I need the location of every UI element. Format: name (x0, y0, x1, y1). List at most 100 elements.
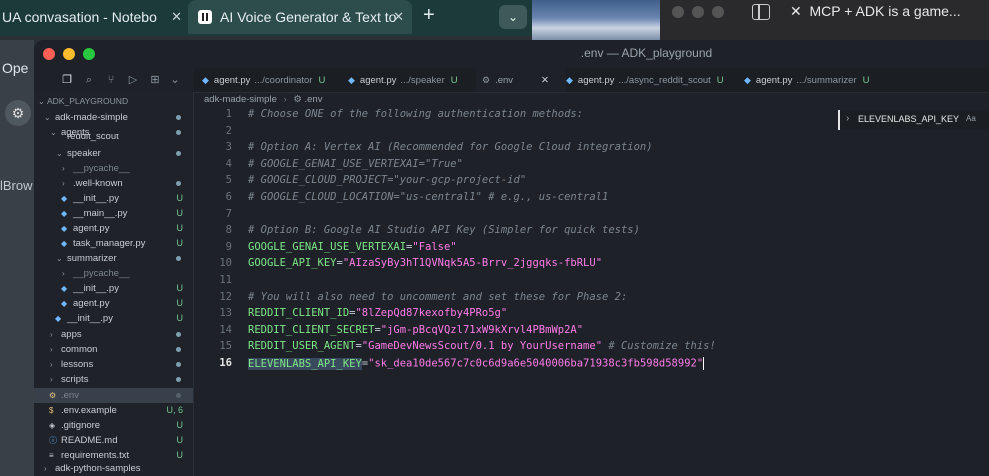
python-file-icon: ◆ (744, 74, 751, 85)
tree-item-file[interactable]: ≡ requirements.txt U (34, 448, 193, 463)
sidebar-toggle-icon[interactable] (752, 4, 770, 20)
tab-agent-async-reddit-scout[interactable]: ◆ agent.py .../async_reddit_scout U (566, 68, 724, 92)
window-minimize-dot[interactable] (692, 6, 704, 18)
tab-agent-coordinator[interactable]: ◆ agent.py .../coordinator U (202, 68, 334, 92)
tree-item-file[interactable]: $ .env.example U, 6 (34, 403, 193, 418)
tab-list-chevron-icon[interactable]: ⌄ (499, 5, 527, 29)
tree-item-file[interactable]: ◆ __init__.py U (34, 311, 193, 326)
tree-item-folder[interactable]: › adk-python-samples (34, 464, 193, 474)
browser-tab-voice-generator[interactable]: AI Voice Generator & Text to ✕ (188, 0, 412, 34)
tree-item-file[interactable]: ◆ __main__.py U (34, 206, 193, 221)
search-icon[interactable]: ⌕ (82, 73, 96, 87)
tree-item-label: common (61, 344, 98, 355)
git-status-badge: U (176, 238, 184, 248)
git-status-badge: U (176, 420, 184, 430)
tree-item-folder[interactable]: › common (34, 342, 193, 357)
close-icon[interactable]: ✕ (171, 9, 182, 25)
tree-item-folder[interactable]: › apps (34, 327, 193, 342)
close-icon[interactable]: ✕ (393, 9, 404, 25)
line-number: 11 (219, 274, 232, 286)
git-status-badge: U (716, 74, 724, 86)
modified-dot (176, 115, 181, 120)
window-close-dot[interactable] (672, 6, 684, 18)
python-file-icon: ◆ (61, 284, 68, 293)
tab-env[interactable]: ⚙ .env ✕ (476, 68, 566, 92)
python-file-icon: ◆ (566, 74, 573, 85)
line-number: 16 (219, 357, 232, 369)
line-number: 14 (219, 323, 232, 336)
explorer-root[interactable]: ⌄ ADK_PLAYGROUND (34, 94, 193, 109)
chevron-right-icon: › (50, 375, 53, 384)
run-debug-icon[interactable]: ▷ (126, 73, 140, 87)
code-comment: # Choose ONE of the following authentica… (248, 108, 584, 120)
modified-dot (176, 332, 181, 337)
tree-item-folder[interactable]: reddit_scout (34, 134, 193, 142)
env-key: REDDIT_CLIENT_ID (248, 307, 350, 320)
tree-item-folder[interactable]: ⌄ speaker (34, 146, 193, 161)
source-control-icon[interactable]: ⑂ (104, 73, 118, 87)
line-number: 10 (219, 257, 232, 270)
python-file-icon: ◆ (61, 239, 68, 248)
match-case-toggle[interactable]: Aa (966, 114, 976, 123)
tree-item-label: agent.py (73, 298, 110, 309)
tree-item-label: .env (61, 390, 79, 401)
git-status-badge: U (176, 313, 184, 323)
tree-item-label: __init__.py (73, 193, 119, 204)
close-icon[interactable]: ✕ (541, 75, 549, 86)
line-number: 6 (225, 191, 232, 203)
background-window: ✕ MCP + ADK is a game... (660, 0, 989, 40)
chevron-down-icon: ⌄ (38, 97, 45, 106)
window-zoom-dot[interactable] (712, 6, 724, 18)
tree-item-folder[interactable]: › __pycache__ (34, 161, 193, 176)
tree-item-folder[interactable]: ⌄ summarizer (34, 251, 193, 266)
extensions-icon[interactable]: ⊞ (148, 73, 162, 87)
tree-item-file[interactable]: ◈ .gitignore U (34, 418, 193, 433)
python-file-icon: ◆ (348, 74, 355, 85)
find-input[interactable]: ELEVENLABS_API_KEY (858, 114, 959, 124)
tree-item-folder[interactable]: › scripts (34, 372, 193, 387)
chevron-right-icon: › (62, 179, 65, 188)
title-bar: .env — ADK_playground (34, 40, 989, 69)
chevron-right-icon: › (44, 464, 47, 473)
chevron-down-icon[interactable]: ⌄ (168, 73, 182, 87)
tree-item-file[interactable]: ◆ __init__.py U (34, 281, 193, 296)
tree-item-file-selected[interactable]: ⚙ .env (34, 388, 193, 403)
modified-dot (176, 347, 181, 352)
line-number: 4 (225, 157, 232, 170)
browser-tab-notebook[interactable]: UA convasation - Notebo ✕ (0, 0, 190, 34)
editor-tab-bar: ◆ agent.py .../coordinator U ◆ agent.py .../s… (194, 68, 989, 93)
tree-item-label: speaker (67, 148, 101, 159)
line-number: 2 (225, 124, 232, 137)
tree-item-file[interactable]: ⓘ README.md U (34, 433, 193, 448)
git-status-badge: U (176, 208, 184, 218)
tree-item-file[interactable]: ◆ __init__.py U (34, 191, 193, 206)
tab-agent-speaker[interactable]: ◆ agent.py .../speaker U (348, 68, 468, 92)
sliders-icon[interactable]: ⚙ (5, 100, 31, 126)
chevron-right-icon[interactable]: › (846, 113, 849, 124)
tab-label: agent.py (755, 74, 793, 86)
new-tab-button[interactable]: + (423, 4, 435, 27)
tree-item-folder[interactable]: › lessons (34, 357, 193, 372)
vscode-window: .env — ADK_playground ❐ ⌕ ⑂ ▷ ⊞ ⌄ ⌄ ADK_… (34, 40, 989, 476)
tree-item-folder[interactable]: › .well-known (34, 176, 193, 191)
modified-dot (176, 377, 181, 382)
env-value: "jGm-pBcqVQzl71xW9kXrvl4PBmWp2A" (380, 323, 584, 336)
find-widget[interactable]: › ELEVENLABS_API_KEY Aa (838, 110, 989, 130)
activity-bar: ❐ ⌕ ⑂ ▷ ⊞ ⌄ (34, 68, 194, 92)
line-number: 5 (225, 174, 232, 187)
tree-item-folder[interactable]: › __pycache__ (34, 266, 193, 281)
code-comment: # Option A: Vertex AI (Recommended for G… (248, 141, 653, 154)
tree-item-file[interactable]: ◆ agent.py U (34, 296, 193, 311)
tree-item-file[interactable]: ◆ agent.py U (34, 221, 193, 236)
code-comment: # Option B: Google AI Studio API Key (Si… (248, 224, 640, 237)
tree-item-label: agent.py (73, 223, 110, 234)
explorer-root-label: ADK_PLAYGROUND (47, 96, 129, 106)
explorer-icon[interactable]: ❐ (60, 73, 74, 87)
peek-label: lBrow (0, 178, 33, 193)
tab-agent-summarizer[interactable]: ◆ agent.py .../summarizer U (744, 68, 884, 92)
modified-dot (176, 151, 181, 156)
code-editor[interactable]: 1 # Choose ONE of the following authentic… (194, 104, 989, 476)
code-comment: # GOOGLE_CLOUD_PROJECT="your-gcp-project… (248, 174, 527, 187)
tree-item-folder[interactable]: ⌄ adk-made-simple (34, 110, 193, 125)
tree-item-file[interactable]: ◆ task_manager.py U (34, 236, 193, 251)
